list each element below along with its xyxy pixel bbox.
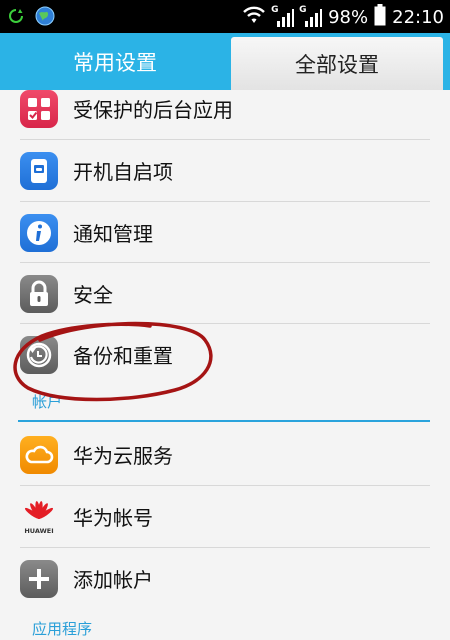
signal-icon-sim1: G <box>271 4 295 28</box>
wifi-icon <box>242 5 266 30</box>
section-header-accounts: 帐户 <box>32 393 63 411</box>
clock: 22:10 <box>392 7 444 28</box>
protected-apps-icon <box>20 89 58 128</box>
browser-globe-icon <box>34 5 56 31</box>
network-type-label: G <box>271 4 279 15</box>
battery-icon <box>374 4 386 31</box>
settings-item-label: 开机自启项 <box>73 160 173 184</box>
settings-item-label: 添加帐户 <box>73 568 153 592</box>
account-item-huawei-account[interactable]: HUAWEI 华为帐号 <box>0 486 450 547</box>
sync-icon <box>8 8 24 28</box>
cloud-icon <box>20 435 58 474</box>
settings-item-label: 备份和重置 <box>73 344 173 368</box>
status-bar: G G 98% 22:10 <box>0 0 450 33</box>
settings-item-label: 受保护的后台应用 <box>73 98 233 122</box>
svg-text:HUAWEI: HUAWEI <box>24 527 53 535</box>
settings-item-backup-reset[interactable]: 备份和重置 <box>0 324 450 385</box>
huawei-logo-icon: HUAWEI <box>20 498 58 536</box>
settings-item-label: 华为帐号 <box>73 506 153 530</box>
section-header-apps: 应用程序 <box>32 620 93 638</box>
backup-restore-icon <box>20 335 58 374</box>
settings-item-protected-apps[interactable]: 受保护的后台应用 <box>0 78 450 139</box>
settings-item-notification-management[interactable]: 通知管理 <box>0 202 450 263</box>
settings-item-label: 华为云服务 <box>73 444 173 468</box>
settings-item-startup-apps[interactable]: 开机自启项 <box>0 140 450 201</box>
startup-apps-icon <box>20 151 58 190</box>
signal-icon-sim2: G <box>299 4 323 28</box>
lock-icon <box>20 274 58 313</box>
settings-item-label: 通知管理 <box>73 222 153 246</box>
settings-item-security[interactable]: 安全 <box>0 263 450 324</box>
info-icon <box>20 213 58 252</box>
settings-item-label: 安全 <box>73 283 113 307</box>
section-divider <box>18 420 430 422</box>
account-item-add-account[interactable]: 添加帐户 <box>0 548 450 609</box>
network-type-label: G <box>299 4 307 15</box>
battery-percent: 98% <box>328 7 369 28</box>
account-item-huawei-cloud[interactable]: 华为云服务 <box>0 424 450 485</box>
add-icon <box>20 559 58 598</box>
